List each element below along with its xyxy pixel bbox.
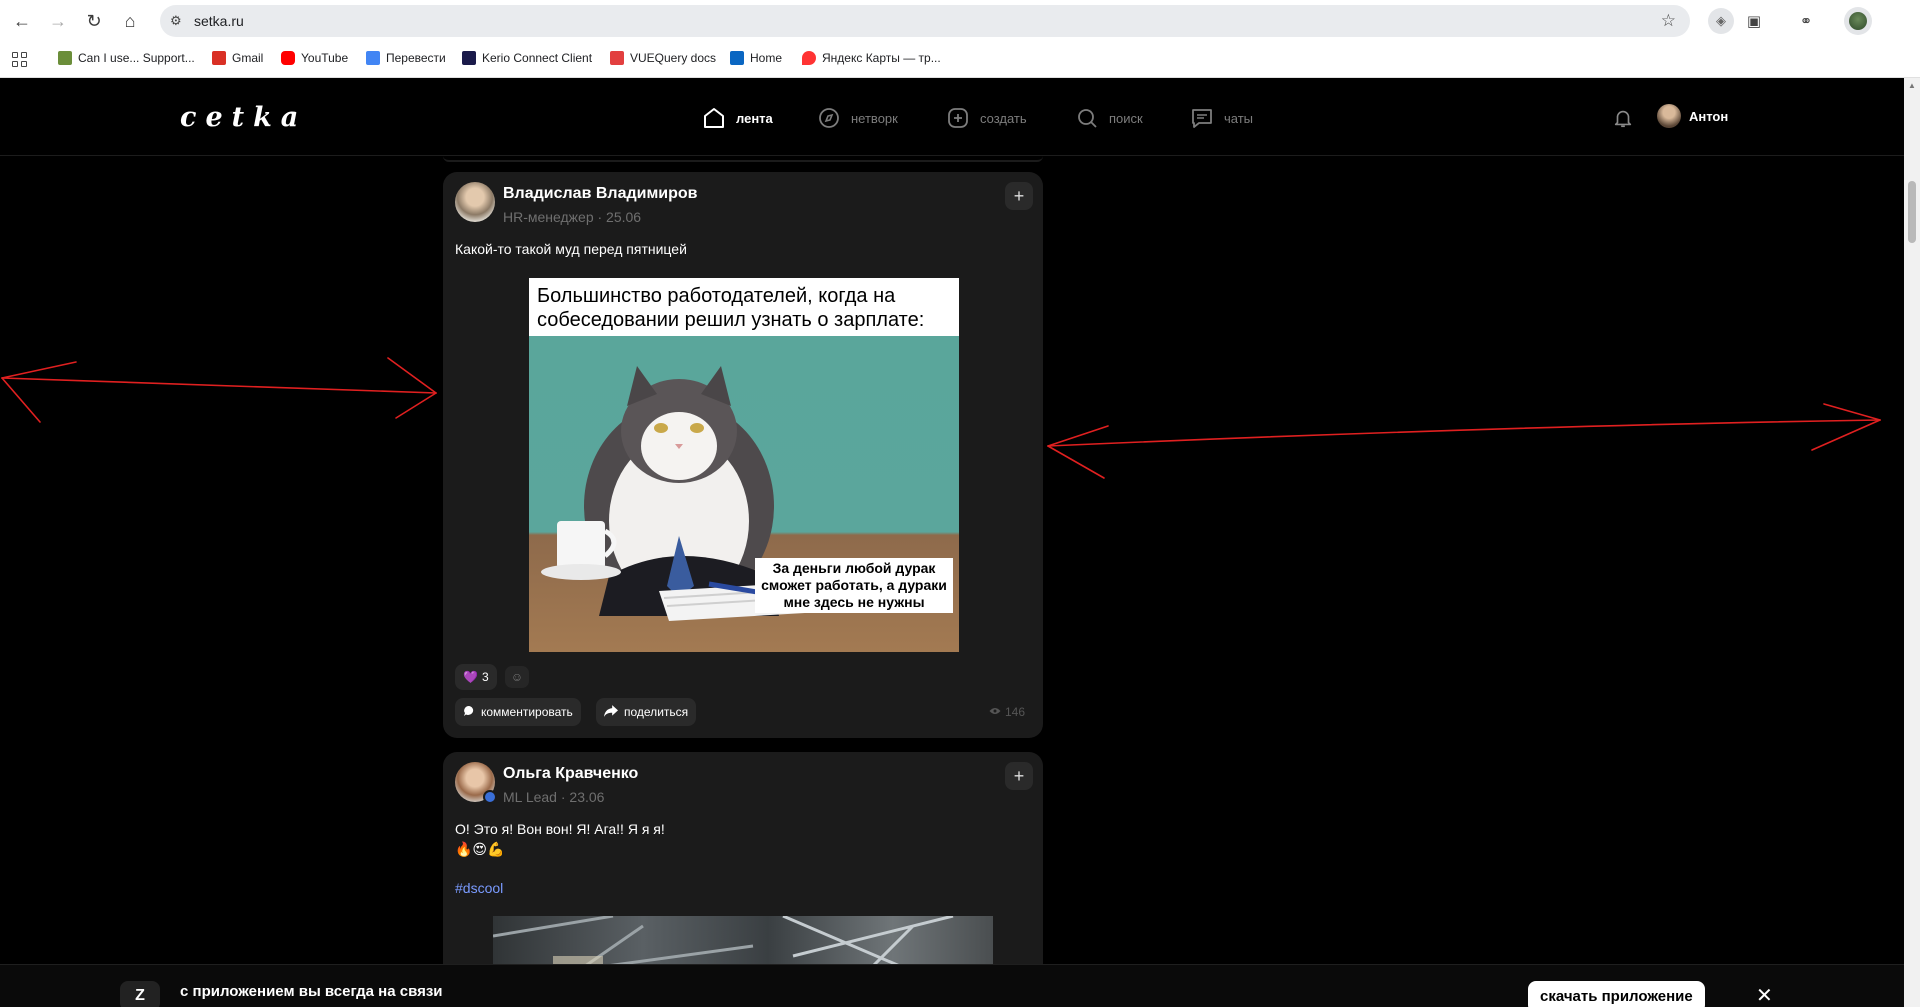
reaction-button[interactable]: 💜 3 xyxy=(455,664,497,690)
add-reaction-button[interactable]: ☺ xyxy=(505,666,529,688)
bookmark-youtube[interactable]: YouTube xyxy=(281,51,348,65)
bookmark-home[interactable]: Home xyxy=(730,51,782,65)
chat-icon xyxy=(1190,106,1214,130)
post-text: Какой-то такой муд перед пятницей xyxy=(455,241,687,257)
scroll-up-icon[interactable]: ▲ xyxy=(1908,81,1916,90)
view-counter: 146 xyxy=(989,705,1025,719)
browser-profile-avatar[interactable] xyxy=(1844,7,1872,35)
nav-network[interactable]: нетворк xyxy=(817,106,898,130)
address-bar[interactable]: ⚙ setka.ru ☆ xyxy=(160,5,1690,37)
plus-icon: + xyxy=(1013,185,1025,206)
bookmark-translate[interactable]: Перевести xyxy=(366,51,446,65)
user-menu[interactable]: Антон xyxy=(1657,104,1728,128)
bookmark-caniuse[interactable]: Can I use... Support... xyxy=(58,51,195,65)
meme-caption: За деньги любой дурак сможет работать, а… xyxy=(755,558,953,613)
plus-square-icon xyxy=(946,106,970,130)
home-page-icon[interactable]: ⌂ xyxy=(118,9,142,33)
eye-icon xyxy=(989,705,1001,719)
app-logo-icon: Z xyxy=(120,981,160,1007)
bookmark-gmail[interactable]: Gmail xyxy=(212,51,263,65)
avatar xyxy=(1657,104,1681,128)
translate-icon xyxy=(366,51,380,65)
post-meta: ML Lead · 23.06 xyxy=(503,789,605,805)
comment-label: комментировать xyxy=(481,705,573,719)
translate-extension-icon[interactable]: ◈ xyxy=(1708,8,1734,34)
comment-icon xyxy=(463,705,475,720)
app-download-banner: Z с приложением вы всегда на связи скача… xyxy=(0,964,1904,1007)
nav-feed[interactable]: лента xyxy=(702,106,773,130)
post-text-line1: О! Это я! Вон вон! Я! Ага!! Я я я! xyxy=(455,821,665,837)
url-text[interactable]: setka.ru xyxy=(194,13,244,29)
nav-search[interactable]: поиск xyxy=(1075,106,1143,130)
caniuse-icon xyxy=(58,51,72,65)
comment-button[interactable]: комментировать xyxy=(455,698,581,726)
view-count: 146 xyxy=(1004,705,1025,719)
bookmark-yandex-maps[interactable]: Яндекс Карты — тр... xyxy=(802,51,941,65)
linkedin-icon xyxy=(730,51,744,65)
post-author[interactable]: Ольга Кравченко xyxy=(503,765,638,783)
nav-chats[interactable]: чаты xyxy=(1190,106,1253,130)
bookmark-kerio[interactable]: Kerio Connect Client xyxy=(462,51,592,65)
kerio-icon xyxy=(462,51,476,65)
site-info-icon[interactable]: ⚙ xyxy=(170,13,186,29)
bookmark-vuequery[interactable]: VUEQuery docs xyxy=(610,51,716,65)
share-icon xyxy=(604,704,618,720)
nav-network-label: нетворк xyxy=(851,110,898,126)
post-meta: HR-менеджер · 25.06 xyxy=(503,209,642,225)
nav-chats-label: чаты xyxy=(1224,110,1254,126)
scrollbar-thumb[interactable] xyxy=(1908,181,1916,243)
youtube-icon xyxy=(281,51,295,65)
bell-icon[interactable] xyxy=(1612,107,1634,129)
banner-text: с приложением вы всегда на связи xyxy=(180,983,443,1000)
heart-icon: 💜 xyxy=(463,670,478,684)
vuequery-icon xyxy=(610,51,624,65)
yandex-maps-icon xyxy=(802,51,816,65)
reload-icon[interactable]: ↻ xyxy=(82,9,106,33)
browser-toolbar: ← → ↻ ⌂ ⚙ setka.ru ☆ ◈ ▣ ⚭ xyxy=(0,0,1920,42)
search-icon xyxy=(1075,106,1099,130)
close-icon[interactable]: ✕ xyxy=(1756,983,1773,1007)
user-name: Антон xyxy=(1689,108,1729,124)
follow-button[interactable]: + xyxy=(1005,762,1033,790)
nav-create-label: создать xyxy=(980,110,1027,126)
nav-feed-label: лента xyxy=(736,110,773,126)
gmail-icon xyxy=(212,51,226,65)
compass-icon xyxy=(817,106,841,130)
bookmarks-bar: Can I use... Support... Gmail YouTube Пе… xyxy=(0,42,1920,78)
download-app-button[interactable]: скачать приложение xyxy=(1528,981,1705,1007)
page-scrollbar[interactable]: ▲ xyxy=(1904,78,1920,1007)
post-card: Владислав Владимиров HR-менеджер · 25.06… xyxy=(443,172,1043,738)
home-icon xyxy=(702,106,726,130)
post-author[interactable]: Владислав Владимиров xyxy=(503,185,698,203)
forward-icon[interactable]: → xyxy=(46,9,70,33)
follow-button[interactable]: + xyxy=(1005,182,1033,210)
share-button[interactable]: поделиться xyxy=(596,698,697,726)
site-logo[interactable]: cetka xyxy=(180,102,307,133)
post-text-emojis: 🔥😍💪 xyxy=(455,841,505,857)
verified-badge-icon xyxy=(483,790,497,804)
emoji-add-icon: ☺ xyxy=(510,670,524,684)
cat-photo: За деньги любой дурак сможет работать, а… xyxy=(529,336,959,652)
bookmark-star-icon[interactable]: ☆ xyxy=(1661,11,1676,31)
incognito-icon[interactable]: ⚭ xyxy=(1794,9,1818,33)
plus-icon: + xyxy=(1013,765,1025,786)
nav-create[interactable]: создать xyxy=(946,106,1027,130)
previous-post-edge xyxy=(443,156,1043,162)
post-hashtag[interactable]: #dscool xyxy=(455,880,503,896)
apps-grid-icon[interactable] xyxy=(12,52,28,68)
site-header: cetka лента нетворк создать поиск чаты А xyxy=(0,78,1904,156)
reaction-count: 3 xyxy=(481,670,489,684)
share-label: поделиться xyxy=(624,705,689,719)
back-icon[interactable]: ← xyxy=(10,9,34,33)
meme-top-text: Большинство работодателей, когда на собе… xyxy=(537,285,925,331)
nav-search-label: поиск xyxy=(1109,110,1143,126)
post-image[interactable]: Большинство работодателей, когда на собе… xyxy=(529,278,959,652)
extensions-icon[interactable]: ▣ xyxy=(1742,9,1766,33)
avatar[interactable] xyxy=(455,182,495,222)
